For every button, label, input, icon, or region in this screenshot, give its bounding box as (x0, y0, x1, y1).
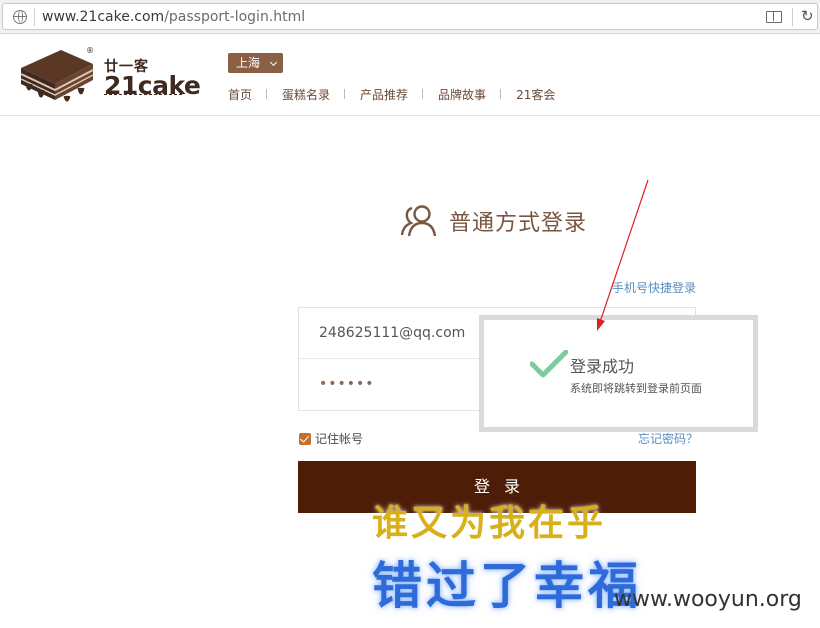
globe-icon (13, 10, 27, 24)
nav-item-cakes[interactable]: 蛋糕名录 (282, 86, 346, 103)
reload-icon[interactable]: ↻ (801, 7, 814, 25)
watermark: www.wooyun.org (614, 587, 802, 612)
nav-item-club[interactable]: 21客会 (516, 86, 570, 103)
remember-checkbox[interactable] (299, 432, 311, 445)
toast-title: 登录成功 (570, 357, 635, 376)
site-header: ® 廿一客 21cake 上海 首页 蛋糕名录 产品推荐 品牌故事 21客会 (0, 34, 820, 116)
reader-mode-icon[interactable] (766, 11, 782, 23)
divider (792, 8, 793, 26)
forgot-password-link[interactable]: 忘记密码？ (638, 430, 698, 447)
nav-item-story[interactable]: 品牌故事 (438, 86, 502, 103)
nav-item-recommend[interactable]: 产品推荐 (360, 86, 424, 103)
remember-label: 记住帐号 (315, 432, 364, 446)
logo-underline (104, 94, 182, 95)
checkmark-icon (530, 350, 568, 378)
overlay-caption-2: 错过了幸福 (372, 557, 642, 615)
overlay-caption-1: 谁又为我在乎 (372, 503, 607, 544)
users-icon (400, 205, 437, 237)
brand-en-name: 21cake (104, 71, 201, 100)
browser-url-bar: www.21cake.com/passport-login.html ↻ (0, 0, 820, 34)
cake-logo-icon[interactable] (17, 44, 97, 106)
city-label: 上海 (236, 56, 261, 70)
login-title: 普通方式登录 (449, 211, 588, 236)
address-field[interactable]: www.21cake.com/passport-login.html ↻ (2, 3, 818, 30)
registered-mark: ® (86, 46, 94, 55)
url-host: www.21cake.com (42, 9, 165, 25)
divider (34, 8, 35, 26)
success-toast: 登录成功 系统即将跳转到登录前页面 (479, 315, 758, 432)
chevron-down-icon (269, 58, 278, 67)
nav-item-home[interactable]: 首页 (228, 86, 268, 103)
url-path: /passport-login.html (164, 9, 306, 25)
phone-login-link[interactable]: 手机号快捷登录 (612, 279, 696, 296)
remember-account[interactable]: 记住帐号 (299, 430, 363, 447)
city-selector[interactable]: 上海 (228, 53, 283, 73)
url-text[interactable]: www.21cake.com/passport-login.html (42, 8, 305, 26)
toast-subtitle: 系统即将跳转到登录前页面 (570, 382, 702, 395)
brand-wordmark[interactable]: 廿一客 21cake (104, 56, 201, 100)
main-nav: 首页 蛋糕名录 产品推荐 品牌故事 21客会 (228, 86, 585, 103)
